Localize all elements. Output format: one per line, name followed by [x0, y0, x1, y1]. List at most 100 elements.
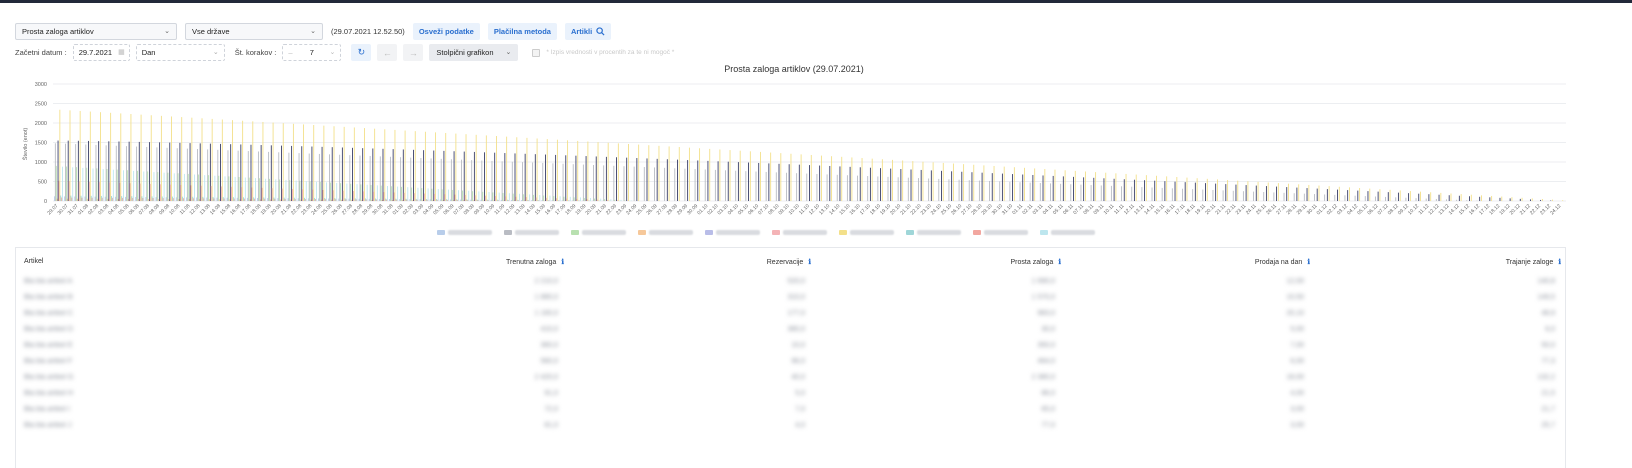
- prev-button[interactable]: ←: [377, 44, 398, 61]
- table-header-2[interactable]: Rezervacije ℹ: [767, 258, 811, 266]
- table-row[interactable]: Bla bla artikel J 81,0 4,0 77,0 3,00 25,7: [16, 418, 1565, 434]
- chart-bar: [816, 173, 818, 201]
- chart-bar: [331, 147, 333, 201]
- table-cell: 464,0: [1037, 358, 1055, 365]
- chart-bar: [57, 140, 59, 201]
- chart-bar: [59, 109, 61, 201]
- chart-bar: [160, 184, 161, 201]
- chart-bar: [137, 198, 139, 201]
- sort-info-icon[interactable]: ℹ: [1558, 259, 1561, 266]
- chart-bar: [252, 121, 254, 201]
- chart-bar: [674, 168, 676, 201]
- chart-bar: [132, 197, 134, 201]
- table-header-3[interactable]: Prosta zaloga ℹ: [1011, 258, 1061, 266]
- table-header-5[interactable]: Trajanje zaloge ℹ: [1506, 258, 1561, 266]
- chart-title: Prosta zaloga artiklov (29.07.2021): [724, 64, 864, 74]
- start-date-input[interactable]: 29.7.2021 ▦: [72, 44, 130, 61]
- steps-label: Št. korakov :: [234, 48, 277, 57]
- chart-type-select[interactable]: Stolpični grafikon ⌄: [429, 44, 519, 61]
- table-header-1[interactable]: Trenutna zaloga ℹ: [506, 258, 564, 266]
- chart-bar: [562, 163, 564, 201]
- chart-bar: [160, 115, 162, 201]
- chart-bar: [447, 199, 448, 201]
- chart-bar: [118, 141, 120, 201]
- chart-bar: [389, 199, 390, 201]
- minus-icon[interactable]: –: [288, 48, 292, 57]
- table-row[interactable]: Bla bla artikel I 72,0 7,0 65,0 3,00 21,7: [16, 402, 1565, 418]
- chart-bar: [253, 197, 255, 201]
- table-row[interactable]: Bla bla artikel B 1 880,0 310,0 1 570,0 10,5…: [16, 290, 1565, 306]
- report-select[interactable]: Prosta zaloga artiklov ⌄: [15, 23, 177, 40]
- chart-bar: [374, 128, 376, 201]
- chart-bar: [453, 151, 455, 201]
- chart-bar: [522, 194, 524, 201]
- sort-info-icon[interactable]: ℹ: [561, 259, 564, 266]
- country-select-value: Vse države: [192, 27, 230, 36]
- table-row[interactable]: Bla bla artikel A 2 210,0 520,0 1 690,0 12,0…: [16, 274, 1565, 290]
- chart-bar: [209, 199, 210, 201]
- chart-bar: [1110, 185, 1112, 201]
- table-row[interactable]: Bla bla artikel D 410,0 380,0 30,0 5,00 6,0: [16, 322, 1565, 338]
- table-cell: 1 880,0: [534, 294, 558, 301]
- reload-button[interactable]: ↻: [351, 44, 372, 61]
- next-button[interactable]: →: [403, 44, 424, 61]
- chart-bar: [114, 196, 116, 201]
- chart-bar: [176, 148, 178, 201]
- percent-note: * Izpis vrednosti v procentih za te ni m…: [546, 49, 675, 56]
- chart-bar: [1298, 184, 1300, 201]
- table-row[interactable]: Bla bla artikel F 560,0 96,0 464,0 6,00 77,3: [16, 354, 1565, 370]
- chart-bar: [971, 172, 973, 201]
- period-select[interactable]: Dan ⌄: [135, 44, 225, 61]
- chart-bar: [993, 165, 995, 201]
- plus-icon[interactable]: ⌄: [330, 48, 336, 56]
- chart-bar: [668, 146, 670, 201]
- payment-method-button[interactable]: Plačilna metoda: [487, 23, 557, 40]
- start-date-value: 29.7.2021: [78, 48, 113, 57]
- sort-info-icon[interactable]: ℹ: [1058, 259, 1061, 266]
- articles-button[interactable]: Artikli: [564, 23, 612, 40]
- table-cell: 7,0: [795, 406, 805, 413]
- chart-bar: [1192, 189, 1194, 201]
- chart-bar: [1235, 184, 1237, 201]
- chart-bar: [65, 143, 66, 201]
- chart-bar: [1509, 198, 1511, 201]
- table-cell: 86,0: [1041, 390, 1055, 397]
- chart-bar: [346, 183, 348, 201]
- chart-bar: [1519, 198, 1521, 201]
- chart-bar: [460, 199, 462, 201]
- chart-bar: [1420, 191, 1421, 201]
- chart-bar: [1012, 174, 1014, 201]
- table-cell: Bla bla artikel E: [24, 342, 73, 349]
- chart-bar: [326, 182, 328, 201]
- chart-grid: 0 500 1000 1500 2000 2500 3000: [35, 82, 1566, 205]
- chart-bar: [1263, 192, 1265, 201]
- chart-bar: [521, 200, 523, 201]
- country-select[interactable]: Vse države ⌄: [185, 23, 323, 40]
- chart-bar: [472, 191, 474, 201]
- chart-bar: [414, 131, 416, 201]
- chart-bar: [65, 166, 67, 201]
- chart-bar: [498, 192, 500, 201]
- chart-bar: [70, 195, 72, 201]
- table-row[interactable]: Bla bla artikel G 2 420,0 40,0 2 380,0 18,00…: [16, 370, 1565, 386]
- chart-bar: [1161, 187, 1163, 201]
- legend-label-blurred: [448, 230, 492, 235]
- table-row[interactable]: Bla bla artikel C 1 160,0 177,0 983,0 20,10 4…: [16, 306, 1565, 322]
- chart-bar: [412, 200, 414, 201]
- table-header-4[interactable]: Prodaja na dan ℹ: [1255, 258, 1310, 266]
- sort-info-icon[interactable]: ℹ: [1307, 259, 1310, 266]
- table-row[interactable]: Bla bla artikel H 91,0 5,0 86,0 4,00 21,5: [16, 386, 1565, 402]
- chart-bar: [1151, 187, 1153, 201]
- refresh-data-button[interactable]: Osveži podatke: [412, 23, 480, 40]
- steps-stepper[interactable]: – 7 ⌄: [282, 44, 342, 61]
- table-cell: 21,5: [1541, 390, 1555, 397]
- table-row[interactable]: Bla bla artikel E 360,0 10,0 350,0 7,00 50,0: [16, 338, 1565, 354]
- sort-info-icon[interactable]: ℹ: [808, 259, 811, 266]
- percent-checkbox[interactable]: [532, 48, 541, 57]
- chart-bar: [1458, 195, 1460, 201]
- chart-bar: [1184, 182, 1186, 201]
- chart-bar: [552, 163, 554, 201]
- chart-bar: [122, 197, 124, 201]
- chart-bar: [99, 182, 101, 201]
- chart-bar: [755, 171, 757, 201]
